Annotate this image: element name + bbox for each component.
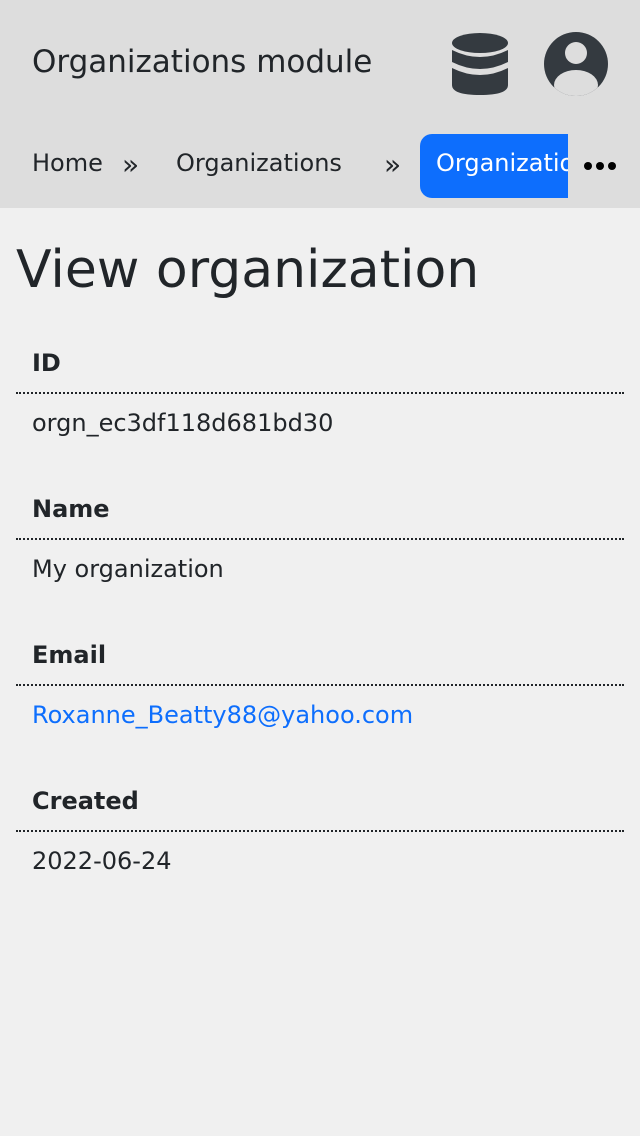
breadcrumb-organizations[interactable]: Organizations	[176, 146, 342, 180]
email-link[interactable]: Roxanne_Beatty88@yahoo.com	[32, 701, 413, 729]
field-value-container: Roxanne_Beatty88@yahoo.com	[16, 686, 624, 732]
field-value: 2022-06-24	[32, 847, 172, 875]
database-icon[interactable]	[448, 30, 512, 98]
page-title: View organization	[16, 240, 480, 300]
field-id: ID orgn_ec3df118d681bd30	[16, 338, 624, 440]
breadcrumb-separator: »	[122, 148, 140, 181]
field-label: Email	[16, 630, 624, 686]
breadcrumb-current[interactable]: Organization	[420, 134, 568, 198]
field-name: Name My organization	[16, 484, 624, 586]
app-header: Organizations module Home » Organization…	[0, 0, 640, 208]
app-title: Organizations module	[32, 44, 373, 80]
field-value: orgn_ec3df118d681bd30	[32, 409, 334, 437]
field-value: My organization	[32, 555, 224, 583]
field-label: Name	[16, 484, 624, 540]
breadcrumb-separator: »	[384, 148, 402, 181]
ellipsis-icon[interactable]	[582, 158, 618, 174]
field-created: Created 2022-06-24	[16, 776, 624, 878]
field-email: Email Roxanne_Beatty88@yahoo.com	[16, 630, 624, 732]
breadcrumb-home[interactable]: Home	[32, 146, 103, 180]
field-label: Created	[16, 776, 624, 832]
field-label: ID	[16, 338, 624, 394]
breadcrumb-current-label: Organization	[436, 149, 568, 177]
user-circle-icon[interactable]	[542, 30, 610, 98]
